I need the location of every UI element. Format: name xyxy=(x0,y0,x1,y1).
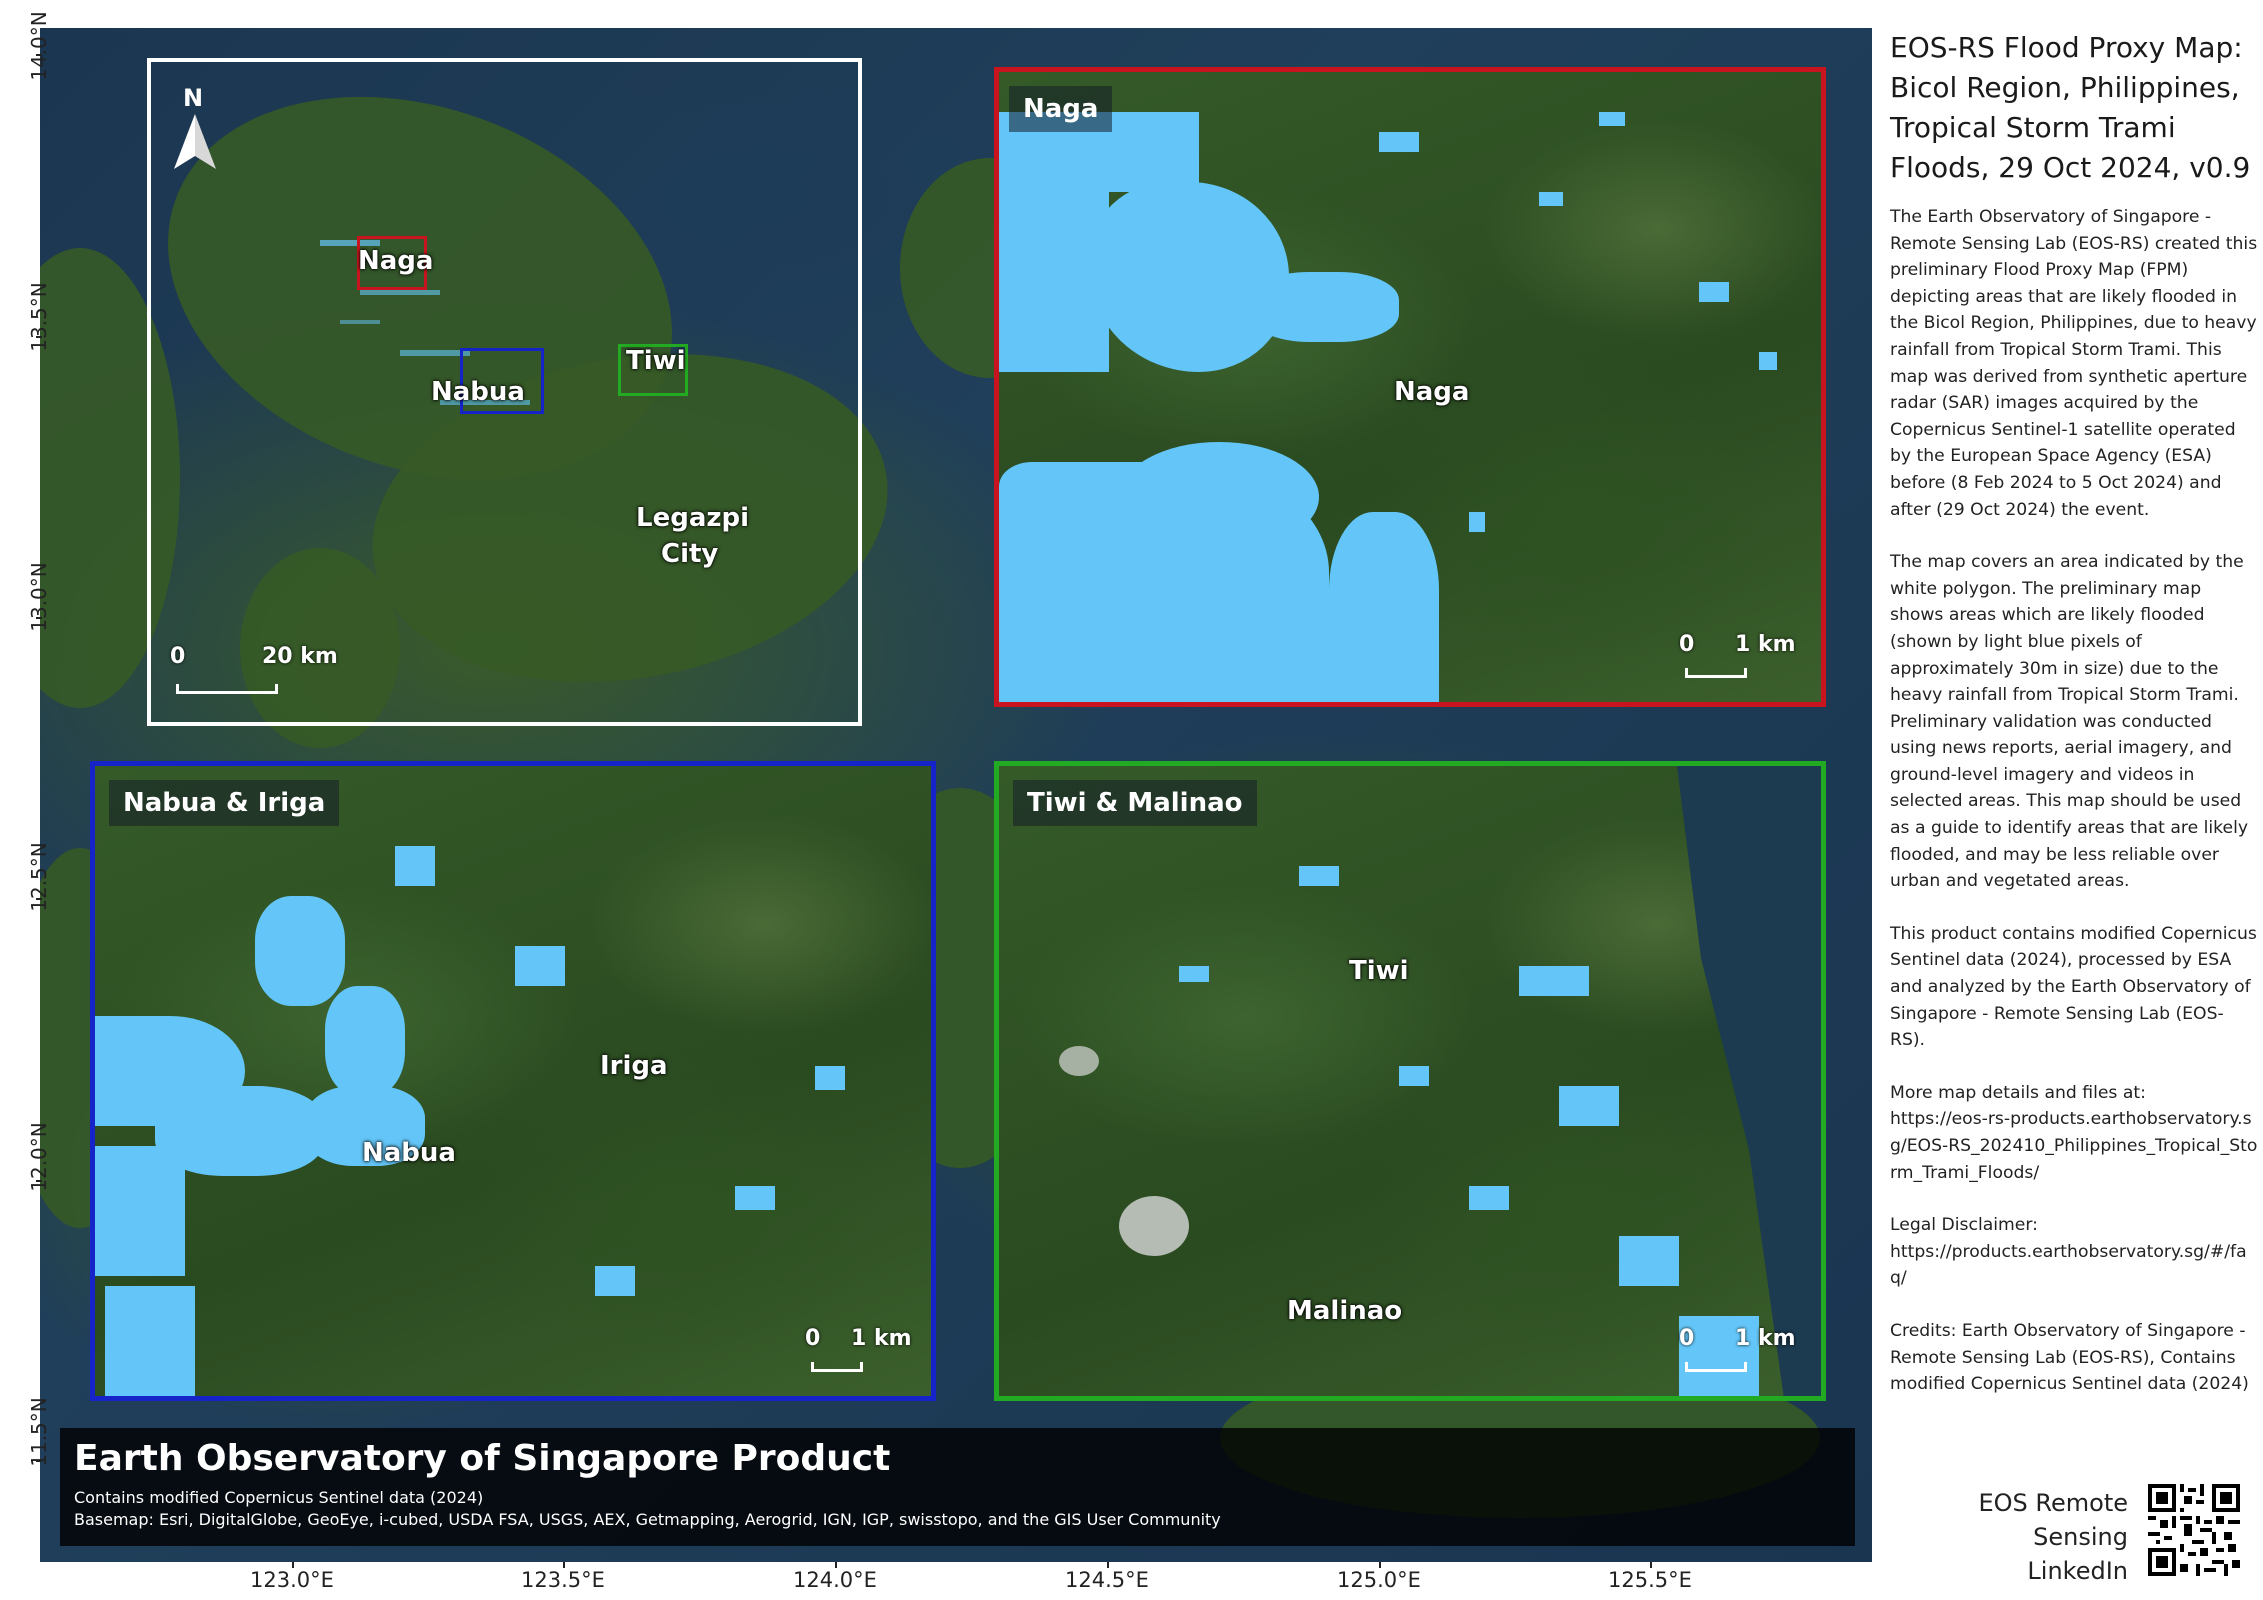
tiwi-panel-label-tiwi: Tiwi xyxy=(1349,956,1409,986)
scale-zero: 0 xyxy=(805,1326,821,1351)
flood-patch xyxy=(95,1146,185,1276)
naga-scale-bar: 0 1 km xyxy=(1679,632,1819,692)
flood-patch xyxy=(1539,192,1563,206)
flood-patch xyxy=(1759,352,1777,370)
flood-patch xyxy=(1619,1236,1679,1286)
flood-patch xyxy=(395,846,435,886)
footer-line-basemap: Basemap: Esri, DigitalGlobe, GeoEye, i-c… xyxy=(74,1510,1221,1529)
nabua-panel-label-nabua: Nabua xyxy=(362,1138,456,1168)
overview-label-naga: Naga xyxy=(358,246,434,276)
flood-patch xyxy=(515,946,565,986)
map-title: EOS-RS Flood Proxy Map: Bicol Region, Ph… xyxy=(1890,31,2251,184)
overview-label-city: City xyxy=(661,539,719,569)
flood-patch xyxy=(255,896,345,1006)
y-tick-12: 12.0°N xyxy=(26,1122,51,1192)
flood-patch xyxy=(1519,966,1589,996)
flood-patch xyxy=(1469,512,1485,532)
description-paragraph: The Earth Observatory of Singapore - Rem… xyxy=(1890,207,2258,520)
flood-patch xyxy=(1559,1086,1619,1126)
naga-panel-label: Naga xyxy=(1394,377,1470,407)
north-arrow-icon xyxy=(174,114,216,169)
tiwi-scale-bar: 0 1 km xyxy=(1679,1326,1819,1386)
scale-zero: 0 xyxy=(1679,632,1695,657)
flood-patch xyxy=(1469,1186,1509,1210)
x-tick-123-5: 123.5°E xyxy=(521,1568,605,1592)
overview-label-legazpi: Legazpi xyxy=(636,503,750,533)
scale-value: 1 km xyxy=(1735,632,1796,657)
x-tick-123: 123.0°E xyxy=(250,1568,334,1592)
flood-patch xyxy=(105,1286,195,1396)
flood-patch xyxy=(1329,512,1439,702)
y-tick-13-5: 13.5°N xyxy=(26,282,51,352)
map-details-paragraph: More map details and files at: https://e… xyxy=(1890,1080,2258,1186)
flood-patch xyxy=(1179,966,1209,982)
overview-scale-bar: 0 20 km xyxy=(170,644,338,704)
tiwi-malinao-inset-panel: Tiwi & Malinao Tiwi Malinao 0 1 km xyxy=(994,761,1826,1401)
flood-patch xyxy=(1299,866,1339,886)
nabua-panel-title: Nabua & Iriga xyxy=(109,780,340,826)
map-details-label: More map details and files at: xyxy=(1890,1082,2146,1103)
flood-patch xyxy=(595,1266,635,1296)
legal-disclaimer-paragraph: Legal Disclaimer: https://products.earth… xyxy=(1890,1212,2258,1292)
flood-patch xyxy=(735,1186,775,1210)
nabua-iriga-inset-panel: Nabua & Iriga Iriga Nabua 0 1 km xyxy=(90,761,936,1401)
scale-zero: 0 xyxy=(1679,1326,1695,1351)
x-tick-125: 125.0°E xyxy=(1337,1568,1421,1592)
scale-value: 1 km xyxy=(851,1326,912,1351)
naga-panel-title: Naga xyxy=(1009,86,1113,132)
overview-flood-area xyxy=(300,200,600,480)
nabua-scale-bar: 0 1 km xyxy=(805,1326,931,1386)
nabua-panel-label-iriga: Iriga xyxy=(600,1051,668,1081)
y-tick-13: 13.0°N xyxy=(26,562,51,632)
flood-patch xyxy=(340,320,380,324)
flood-patch xyxy=(1249,272,1399,342)
y-tick-12-5: 12.5°N xyxy=(26,842,51,912)
overview-label-nabua: Nabua xyxy=(431,377,525,407)
flood-patch xyxy=(999,192,1109,372)
flood-patch xyxy=(325,986,405,1096)
footer-banner: Earth Observatory of Singapore Product C… xyxy=(60,1428,1855,1546)
flood-patch xyxy=(1599,112,1625,126)
flood-patch xyxy=(1399,1066,1429,1086)
footer-title: Earth Observatory of Singapore Product xyxy=(74,1438,891,1479)
linkedin-line-2: LinkedIn xyxy=(2027,1557,2128,1585)
y-tick-11-5: 11.5°N xyxy=(26,1397,51,1467)
flood-patch xyxy=(815,1066,845,1090)
linkedin-caption: EOS Remote Sensing LinkedIn xyxy=(1890,1486,2128,1588)
flood-patch xyxy=(1119,442,1319,552)
coverage-paragraph: The map covers an area indicated by the … xyxy=(1890,552,2249,892)
legal-disclaimer-label: Legal Disclaimer: xyxy=(1890,1215,2038,1236)
qr-code-icon[interactable] xyxy=(2148,1484,2240,1576)
y-tick-14: 14.0°N xyxy=(26,11,51,81)
north-arrow: N xyxy=(170,84,220,174)
naga-inset-panel: Naga Naga 0 1 km xyxy=(994,67,1826,707)
x-tick-124-5: 124.5°E xyxy=(1065,1568,1149,1592)
info-sidebar: EOS-RS Flood Proxy Map: Bicol Region, Ph… xyxy=(1890,28,2258,1585)
cloud xyxy=(1059,1046,1099,1076)
credits-paragraph: Credits: Earth Observatory of Singapore … xyxy=(1890,1320,2249,1395)
flood-patch xyxy=(1379,132,1419,152)
scale-value: 1 km xyxy=(1735,1326,1796,1351)
x-tick-124: 124.0°E xyxy=(793,1568,877,1592)
scale-value: 20 km xyxy=(262,644,338,669)
x-tick-125-5: 125.5°E xyxy=(1608,1568,1692,1592)
scale-zero: 0 xyxy=(170,644,186,669)
tiwi-panel-label-malinao: Malinao xyxy=(1287,1296,1403,1326)
linkedin-line-1: EOS Remote Sensing xyxy=(1978,1489,2128,1551)
footer-line-sentinel: Contains modified Copernicus Sentinel da… xyxy=(74,1488,484,1507)
tiwi-panel-title: Tiwi & Malinao xyxy=(1013,780,1257,826)
map-details-link[interactable]: https://eos-rs-products.earthobservatory… xyxy=(1890,1109,2257,1182)
cloud xyxy=(1119,1196,1189,1256)
data-source-paragraph: This product contains modified Copernicu… xyxy=(1890,923,2257,1051)
overview-label-tiwi: Tiwi xyxy=(626,346,686,376)
flood-patch xyxy=(360,290,440,295)
north-label: N xyxy=(183,84,204,112)
flood-patch xyxy=(1699,282,1729,302)
legal-disclaimer-link[interactable]: https://products.earthobservatory.sg/#/f… xyxy=(1890,1242,2247,1289)
